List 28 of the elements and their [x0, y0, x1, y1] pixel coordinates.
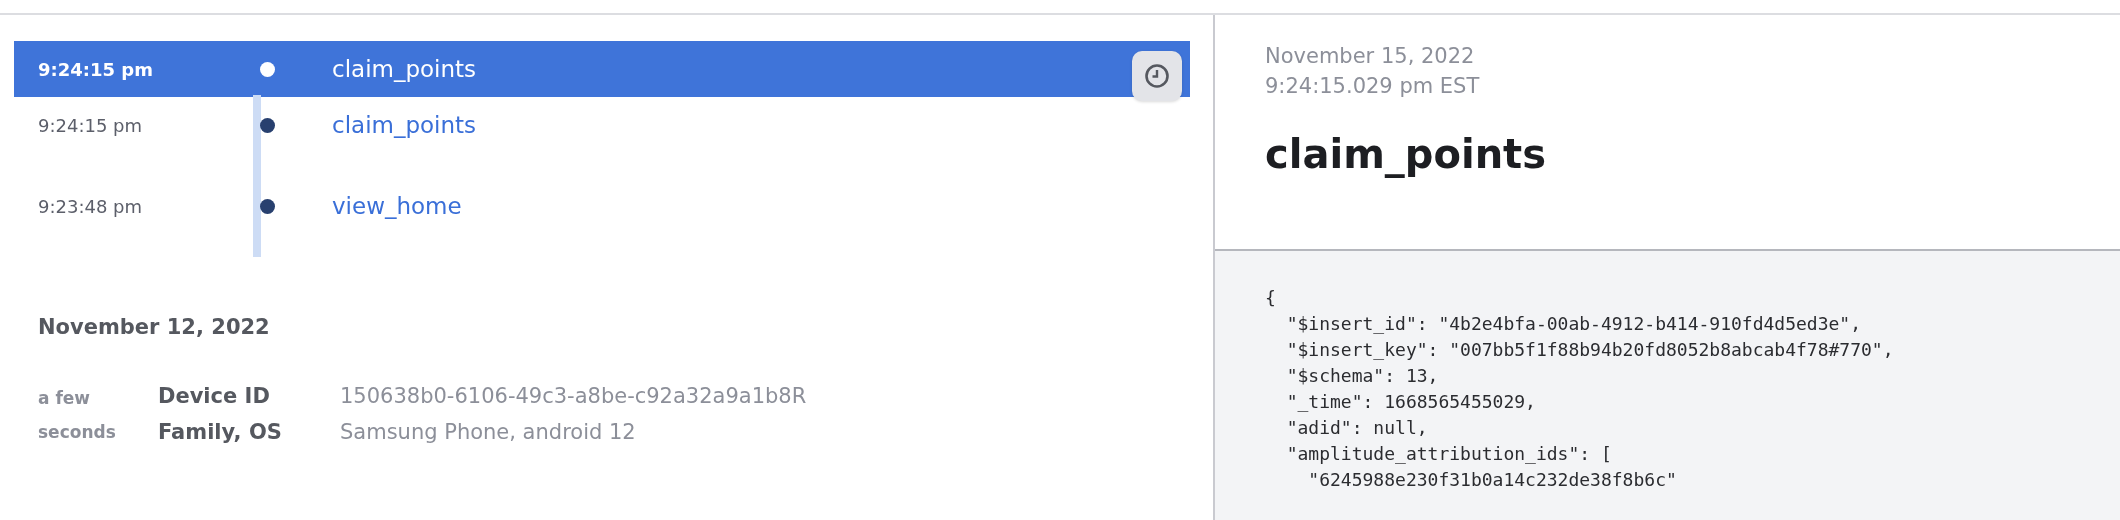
relative-time: a few seconds — [38, 387, 117, 444]
clock-button[interactable] — [1132, 51, 1182, 101]
code-line: "amplitude_attribution_ids": [ — [1285, 442, 1613, 466]
clock-icon — [1144, 63, 1170, 89]
code-line: "_time": 1668565455029, — [1285, 390, 1537, 414]
event-row[interactable]: 9:23:48 pm view_home — [14, 178, 1190, 234]
event-name[interactable]: claim_points — [332, 112, 477, 138]
event-name[interactable]: view_home — [332, 193, 462, 219]
code-line: "$insert_id": "4b2e4bfa-00ab-4912-b414-910fd4d5ed3e", — [1285, 312, 1863, 336]
property-value: 150638b0-6106-49c3-a8be-c92a32a9a1b8R — [340, 383, 808, 410]
property-label: Device ID — [158, 383, 271, 410]
code-line: "adid": null, — [1285, 416, 1429, 440]
code-line: "$schema": 13, — [1285, 364, 1440, 388]
event-date: November 15, 2022 — [1265, 43, 1476, 70]
event-name[interactable]: claim_points — [332, 56, 477, 82]
session-date: November 12, 2022 — [38, 315, 271, 339]
event-timestamp: 9:24:15.029 pm EST — [1265, 73, 1481, 100]
code-line: { — [1265, 286, 1277, 310]
property-value: Samsung Phone, android 12 — [340, 419, 637, 446]
code-line: "$insert_key": "007bb5f1f88b94b20fd8052b8abcab4f78#770", — [1285, 338, 1895, 362]
event-title: claim_points — [1265, 131, 1548, 177]
event-row[interactable]: 9:24:15 pm claim_points — [14, 97, 1190, 153]
code-line: "6245988e230f31b0a14c232de38f8b6c" — [1307, 468, 1678, 492]
event-time: 9:24:15 pm — [37, 58, 154, 80]
property-label: Family, OS — [158, 419, 283, 446]
event-time: 9:24:15 pm — [37, 114, 144, 136]
timeline-dot — [259, 61, 275, 77]
event-time: 9:23:48 pm — [37, 195, 144, 217]
